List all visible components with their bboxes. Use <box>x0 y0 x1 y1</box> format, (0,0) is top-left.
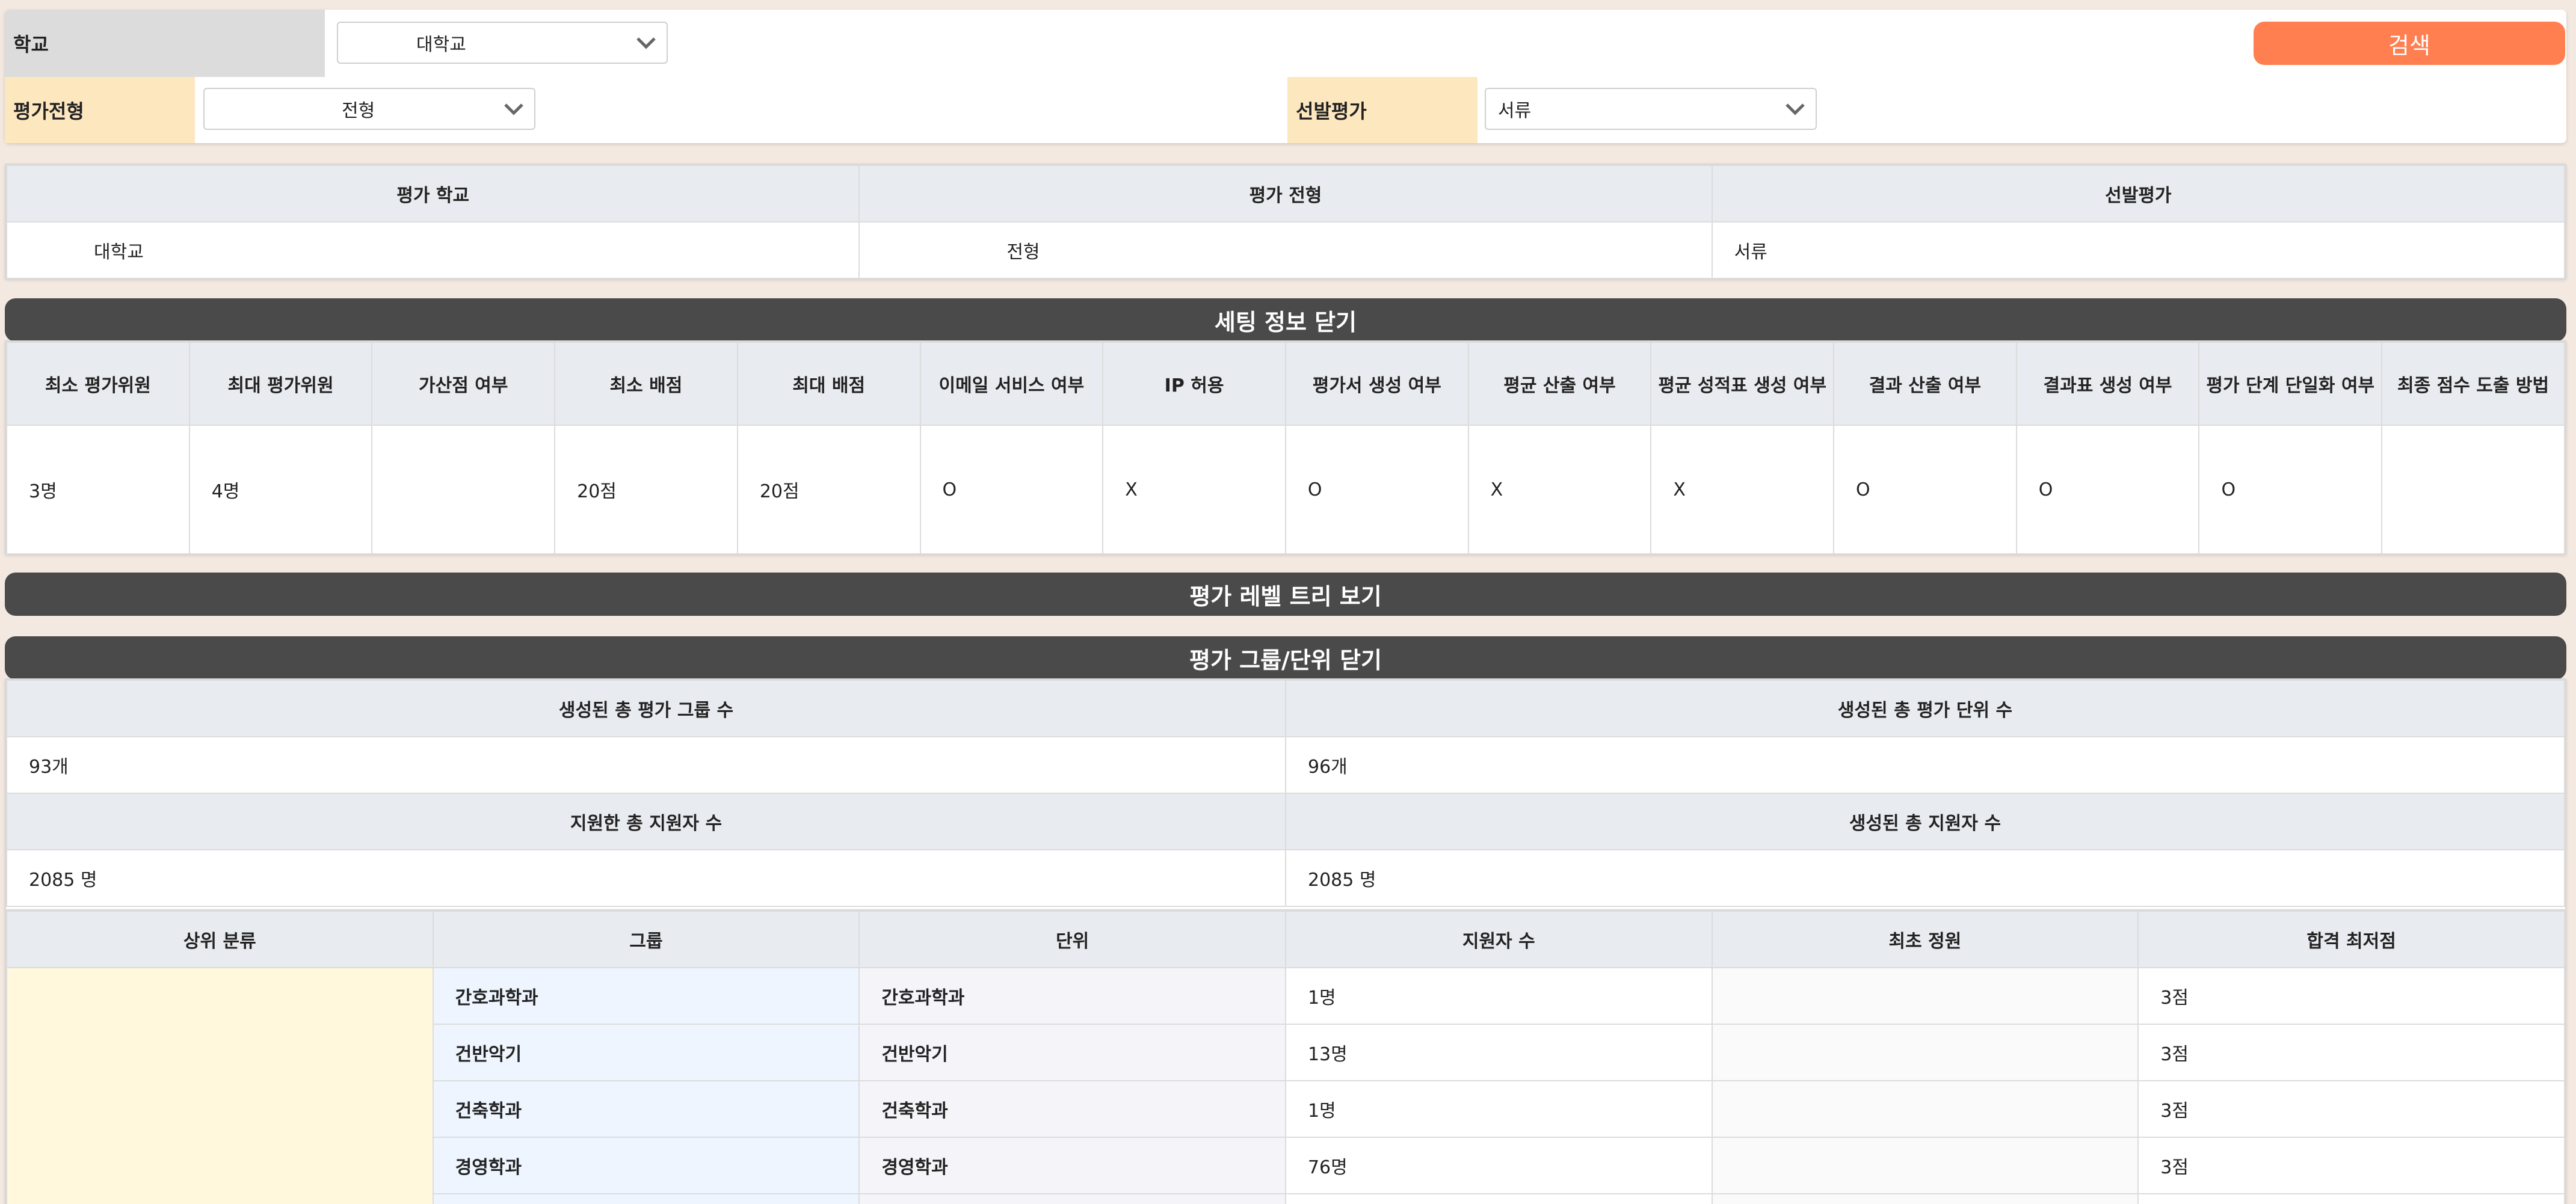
settings-value <box>371 425 556 554</box>
group-cell[interactable] <box>432 1193 860 1204</box>
group-cell[interactable]: 간호과학과 <box>432 967 860 1025</box>
evaluation-type-select-value: 전형 <box>342 100 375 121</box>
evaluation-type-select[interactable]: 전형 <box>203 88 535 130</box>
min-score-cell: 3점 <box>2137 1024 2565 1081</box>
min-score-cell: 3점 <box>2137 967 2565 1025</box>
chevron-down-icon <box>634 31 658 55</box>
settings-value: O <box>1833 425 2017 554</box>
selection-evaluation-select-value: 서류 <box>1498 100 1532 121</box>
unit-cell[interactable]: 경영학과 <box>858 1137 1286 1194</box>
settings-value: 20점 <box>554 425 738 554</box>
filter-panel: 학교 대학교 검색 평가전형 전형 선발평가 서류 <box>5 10 2566 143</box>
settings-value: X <box>1102 425 1286 554</box>
groups-summary-table: 생성된 총 평가 그룹 수 생성된 총 평가 단위 수 93개 96개 지원한 … <box>5 678 2566 909</box>
quota-cell[interactable] <box>1711 1193 2139 1204</box>
settings-value: 4명 <box>188 425 373 554</box>
applicants-cell <box>1284 1193 1713 1204</box>
upper-category-cell <box>6 967 434 1204</box>
summary-header-school: 평가 학교 <box>5 165 860 223</box>
unit-cell[interactable]: 건반악기 <box>858 1024 1286 1081</box>
settings-value: 20점 <box>736 425 921 554</box>
chevron-down-icon <box>502 97 526 121</box>
groups-toggle-bar[interactable]: 평가 그룹/단위 닫기 <box>5 636 2566 680</box>
level-tree-toggle-bar[interactable]: 평가 레벨 트리 보기 <box>5 573 2566 616</box>
detail-header-upper: 상위 분류 <box>6 911 434 968</box>
created-applicants-label: 생성된 총 지원자 수 <box>1285 793 2565 850</box>
settings-header: 가산점 여부 <box>371 342 556 426</box>
settings-value: X <box>1467 425 1652 554</box>
group-cell[interactable]: 건축학과 <box>432 1080 860 1138</box>
group-cell[interactable]: 건반악기 <box>432 1024 860 1081</box>
min-score-cell <box>2137 1193 2565 1204</box>
quota-cell[interactable] <box>1711 1137 2139 1194</box>
group-detail-table: 상위 분류 그룹 단위 지원자 수 최초 정원 합격 최저점 간호과학과 간호과… <box>5 909 2566 1204</box>
settings-header: 최대 평가위원 <box>188 342 373 426</box>
settings-header: 이메일 서비스 여부 <box>919 342 1104 426</box>
summary-header-selection: 선발평가 <box>1711 165 2566 223</box>
summary-value-type: 전형 <box>858 221 1713 279</box>
min-score-cell: 3점 <box>2137 1137 2565 1194</box>
settings-value: O <box>1284 425 1469 554</box>
settings-value: X <box>1650 425 1835 554</box>
evaluation-type-label: 평가전형 <box>5 77 195 143</box>
page: 학교 대학교 검색 평가전형 전형 선발평가 서류 평가 학교 평가 전형 선발… <box>0 0 2576 1204</box>
settings-value: O <box>2015 425 2200 554</box>
applicants-cell: 1명 <box>1284 1080 1713 1138</box>
settings-value: O <box>919 425 1104 554</box>
settings-header: 최종 점수 도출 방법 <box>2381 342 2565 426</box>
total-groups-label: 생성된 총 평가 그룹 수 <box>6 680 1286 737</box>
applied-applicants-value: 2085 명 <box>6 849 1286 907</box>
applicants-cell: 1명 <box>1284 967 1713 1025</box>
quota-cell[interactable] <box>1711 967 2139 1025</box>
applied-applicants-label: 지원한 총 지원자 수 <box>6 793 1286 850</box>
detail-header-unit: 단위 <box>858 911 1286 968</box>
applicants-cell: 13명 <box>1284 1024 1713 1081</box>
search-button[interactable]: 검색 <box>2254 22 2565 65</box>
settings-header: 결과표 생성 여부 <box>2015 342 2200 426</box>
selection-evaluation-select[interactable]: 서류 <box>1485 88 1817 130</box>
settings-value <box>2381 425 2565 554</box>
school-select[interactable]: 대학교 <box>337 22 668 64</box>
unit-cell[interactable]: 간호과학과 <box>858 967 1286 1025</box>
settings-toggle-bar[interactable]: 세팅 정보 닫기 <box>5 298 2566 342</box>
settings-header: 평균 성적표 생성 여부 <box>1650 342 1835 426</box>
detail-header-applicants: 지원자 수 <box>1284 911 1713 968</box>
school-select-value: 대학교 <box>416 34 466 55</box>
summary-value-selection: 서류 <box>1711 221 2566 279</box>
total-units-value: 96개 <box>1285 736 2565 794</box>
settings-header: 평가서 생성 여부 <box>1284 342 1469 426</box>
detail-header-min-score: 합격 최저점 <box>2137 911 2565 968</box>
created-applicants-value: 2085 명 <box>1285 849 2565 907</box>
quota-cell[interactable] <box>1711 1080 2139 1138</box>
school-label: 학교 <box>5 10 325 77</box>
total-units-label: 생성된 총 평가 단위 수 <box>1285 680 2565 737</box>
unit-cell[interactable]: 건축학과 <box>858 1080 1286 1138</box>
quota-cell[interactable] <box>1711 1024 2139 1081</box>
settings-table: 최소 평가위원 최대 평가위원 가산점 여부 최소 배점 최대 배점 이메일 서… <box>5 340 2566 554</box>
min-score-cell: 3점 <box>2137 1080 2565 1138</box>
selection-evaluation-label: 선발평가 <box>1287 77 1478 143</box>
table-row: 간호과학과 간호과학과 1명 3점 <box>6 967 2565 1204</box>
unit-cell[interactable] <box>858 1193 1286 1204</box>
settings-header: IP 허용 <box>1102 342 1286 426</box>
settings-header: 최소 평가위원 <box>6 342 190 426</box>
applicants-cell: 76명 <box>1284 1137 1713 1194</box>
total-groups-value: 93개 <box>6 736 1286 794</box>
settings-header: 결과 산출 여부 <box>1833 342 2017 426</box>
detail-header-group: 그룹 <box>432 911 860 968</box>
settings-header: 평균 산출 여부 <box>1467 342 1652 426</box>
settings-header: 최소 배점 <box>554 342 738 426</box>
settings-value: O <box>2198 425 2383 554</box>
settings-value: 3명 <box>6 425 190 554</box>
summary-value-school: 대학교 <box>5 221 860 279</box>
summary-table: 평가 학교 평가 전형 선발평가 대학교 전형 서류 <box>5 164 2566 279</box>
settings-header: 평가 단계 단일화 여부 <box>2198 342 2383 426</box>
chevron-down-icon <box>1783 97 1807 121</box>
detail-header-quota: 최초 정원 <box>1711 911 2139 968</box>
summary-header-type: 평가 전형 <box>858 165 1713 223</box>
settings-header: 최대 배점 <box>736 342 921 426</box>
group-cell[interactable]: 경영학과 <box>432 1137 860 1194</box>
